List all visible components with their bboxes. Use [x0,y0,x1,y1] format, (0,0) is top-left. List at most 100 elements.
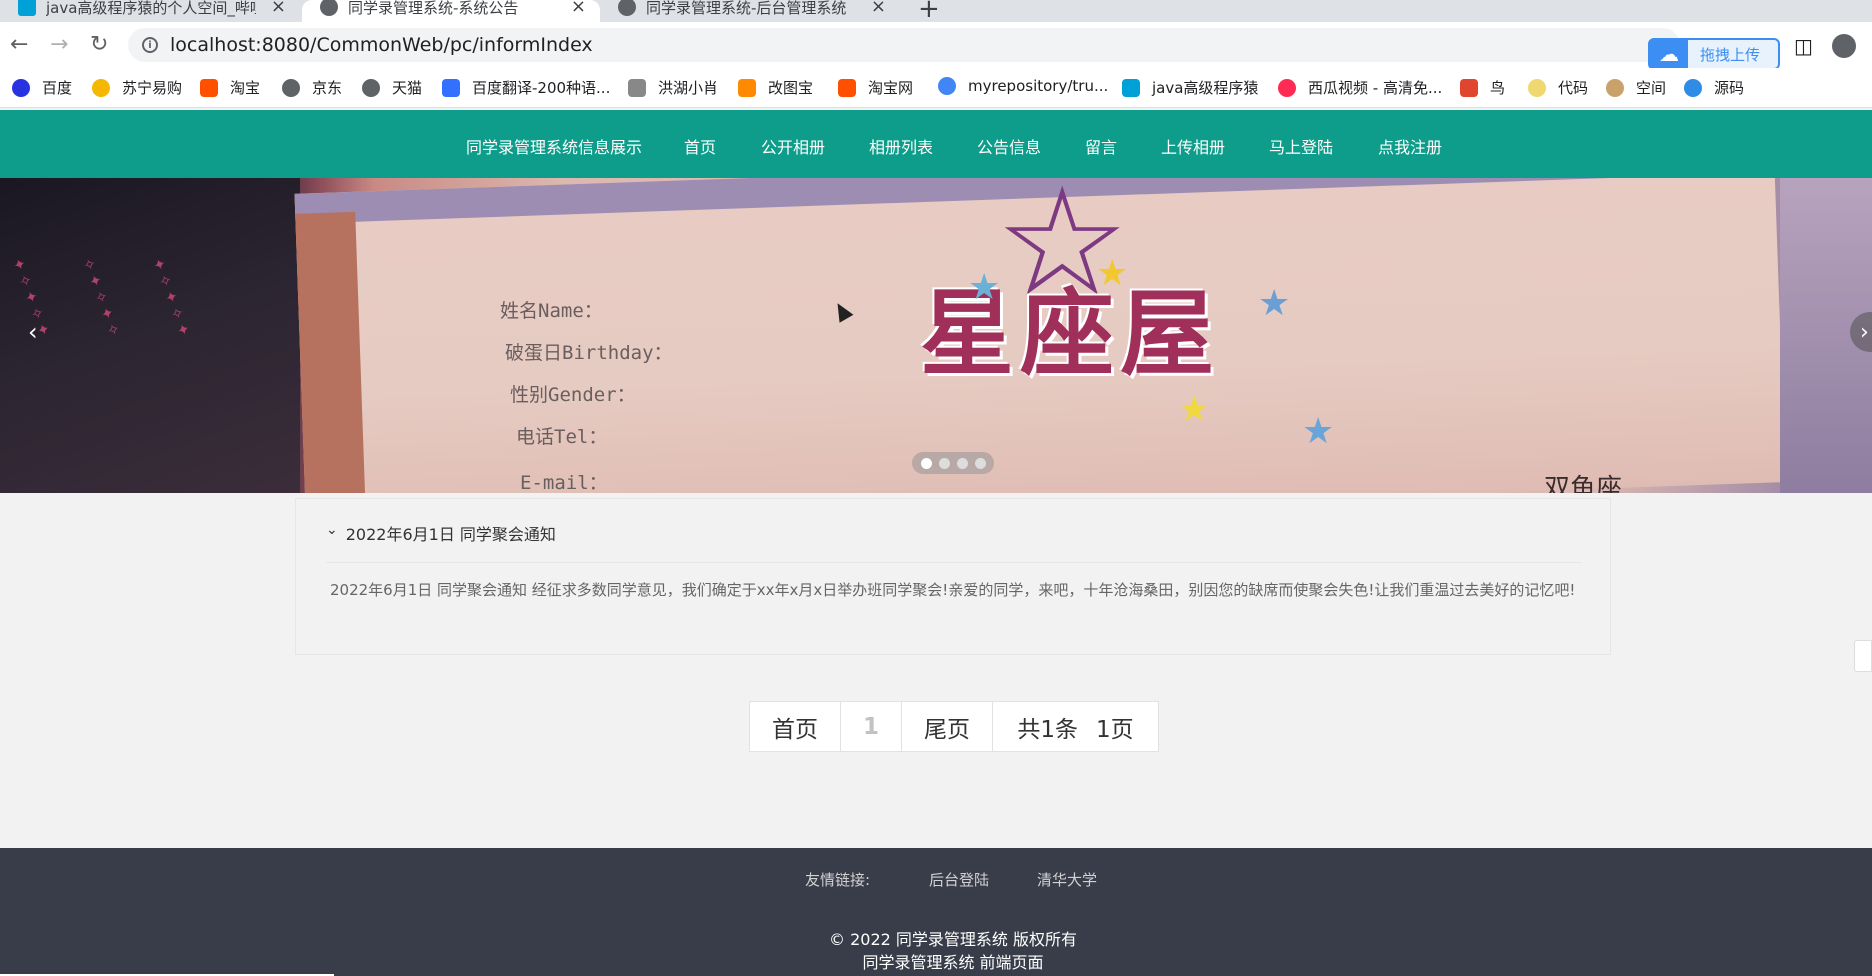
tab-title: 同学录管理系统-系统公告 [348,0,519,17]
bookmark-label: 西瓜视频 - 高清免... [1308,79,1443,97]
footer-subtitle: 同学录管理系统 前端页面 [862,953,1044,972]
bookmark-item[interactable]: 西瓜视频 - 高清免... [1278,77,1442,98]
bookmark-item[interactable]: 代码 [1528,77,1588,98]
bookmark-item[interactable]: 淘宝 [200,77,260,98]
banner-field-tel: 电话Tel： [516,426,608,448]
back-arrow-icon[interactable]: ← [10,32,28,57]
nav-site-title[interactable]: 同学录管理系统信息展示 [466,134,642,158]
page-summary: 共1条 1页 [993,702,1158,751]
bookmark-item[interactable]: 源码 [1684,77,1744,98]
bilibili-icon [1122,78,1140,97]
banner-decoration: ✦ ✧ ✦ ✧ ✦ [148,255,194,339]
nav-register[interactable]: 点我注册 [1378,134,1442,158]
nav-album-list[interactable]: 相册列表 [869,134,933,158]
side-panel-icon[interactable]: ◫ [1794,34,1813,58]
bird-icon [1460,78,1478,97]
nav-login[interactable]: 马上登陆 [1269,134,1333,158]
nav-messages[interactable]: 留言 [1085,134,1117,158]
star-icon: ★ [968,267,1001,308]
carousel-prev-arrow[interactable]: ‹ [28,318,38,346]
carousel-dot[interactable] [938,457,950,469]
bookmark-label: 洪湖小肖 [658,79,719,97]
xigua-video-icon [1278,78,1296,97]
pagination: 首页 1 尾页 共1条 1页 [749,701,1159,752]
space-icon [1606,78,1624,97]
bookmark-label: 苏宁易购 [122,79,183,97]
bookmark-label: 百度 [42,79,73,97]
url-text[interactable]: localhost:8080/CommonWeb/pc/informIndex [170,34,593,56]
first-page-button[interactable]: 首页 [750,702,841,751]
nav-notices[interactable]: 公告信息 [977,134,1041,158]
bookmark-label: 空间 [1636,79,1667,97]
gaitubao-icon [738,78,756,97]
bookmark-item[interactable]: 淘宝网 [838,77,913,98]
reload-icon[interactable]: ↻ [90,32,108,57]
bookmark-label: 鸟 [1490,79,1506,97]
footer-link-admin-login[interactable]: 后台登陆 [929,869,989,890]
banner-field-gender: 性别Gender： [510,384,636,406]
page-count: 1页 [1096,716,1134,743]
browser-toolbar: ← → ↻ i localhost:8080/CommonWeb/pc/info… [0,22,1872,70]
close-icon[interactable]: × [271,0,286,17]
globe-icon [320,0,338,16]
browser-tab-bilibili[interactable]: java高级程序猿的个人空间_哔哩 × [0,0,300,22]
notice-panel: ⌄ 2022年6月1日 同学聚会通知 2022年6月1日 同学聚会通知 经征求多… [295,498,1611,655]
code-icon [1528,78,1546,97]
banner-field-name: 姓名Name： [500,300,603,322]
suning-icon [92,78,110,97]
taobao-icon [838,78,856,97]
source-code-icon [1684,78,1702,97]
bookmark-item[interactable]: 空间 [1606,77,1666,98]
bookmark-label: myrepository/tru... [968,77,1109,95]
close-icon[interactable]: × [871,0,886,17]
banner-field-email: E-mail： [520,472,608,493]
carousel-dot[interactable] [956,457,968,469]
new-tab-button[interactable]: + [918,0,940,24]
bookmark-label: 淘宝 [230,79,261,97]
bookmark-item[interactable]: java高级程序猿 [1122,77,1258,98]
bookmark-item[interactable]: 百度翻译-200种语... [442,77,610,98]
bookmark-icon [628,78,646,97]
star-icon: ★ [1258,283,1291,324]
site-footer: 友情链接: 后台登陆 清华大学 © 2022 同学录管理系统 版权所有 同学录管… [0,848,1872,976]
notice-header[interactable]: ⌄ 2022年6月1日 同学聚会通知 [326,521,1582,563]
forward-arrow-icon[interactable]: → [50,32,68,57]
address-bar[interactable]: i localhost:8080/CommonWeb/pc/informInde… [128,28,1680,62]
last-page-button[interactable]: 尾页 [902,702,993,751]
browser-tab-admin[interactable]: 同学录管理系统-后台管理系统 × [600,0,900,22]
current-page: 1 [841,702,902,751]
bookmark-item[interactable]: 京东 [282,77,342,98]
carousel-dot[interactable] [974,457,986,469]
side-float-tab[interactable] [1854,640,1872,672]
nav-home[interactable]: 首页 [684,134,716,158]
nav-public-albums[interactable]: 公开相册 [761,134,825,158]
close-icon[interactable]: × [571,0,586,17]
footer-link-tsinghua[interactable]: 清华大学 [1037,869,1097,890]
tab-title: 同学录管理系统-后台管理系统 [646,0,847,17]
drag-upload-widget[interactable]: ☁ 拖拽上传 [1648,38,1780,70]
bookmark-label: 代码 [1558,79,1589,97]
site-nav-bar: 同学录管理系统信息展示 首页 公开相册 相册列表 公告信息 留言 上传相册 马上… [0,110,1872,178]
carousel-dot[interactable] [920,457,932,469]
chevron-down-icon[interactable]: ⌄ [326,522,338,538]
bookmark-item[interactable]: myrepository/tru... [938,77,1108,95]
bookmark-item[interactable]: 改图宝 [738,77,813,98]
bookmark-item[interactable]: 苏宁易购 [92,77,182,98]
nav-upload-album[interactable]: 上传相册 [1161,134,1225,158]
banner-left-art: ✦ ✧ ✦ ✧ ✦ ✧ ✦ ✧ ✦ ✧ ✦ ✧ ✦ ✧ ✦ [0,178,300,493]
upload-label: 拖拽上传 [1700,45,1761,64]
star-icon: ★ [1178,389,1211,430]
baidu-cloud-icon: ☁ [1650,38,1688,70]
bookmark-item[interactable]: 天猫 [362,77,422,98]
browser-tab-notice[interactable]: 同学录管理系统-系统公告 × [302,0,600,22]
bookmark-item[interactable]: 鸟 [1460,77,1505,98]
banner-carousel: ✦ ✧ ✦ ✧ ✦ ✧ ✦ ✧ ✦ ✧ ✦ ✧ ✦ ✧ ✦ 姓名Name： 破蛋… [0,178,1872,493]
profile-avatar[interactable] [1832,34,1856,58]
banner-decoration: ✧ ✦ ✧ ✦ ✧ [78,255,124,339]
bookmark-item[interactable]: 百度 [12,77,72,98]
taobao-icon [200,78,218,97]
banner-card-lace [295,211,367,493]
copyright-text: © 2022 同学录管理系统 版权所有 [829,930,1077,949]
bookmark-item[interactable]: 洪湖小肖 [628,77,718,98]
info-icon[interactable]: i [142,37,158,53]
